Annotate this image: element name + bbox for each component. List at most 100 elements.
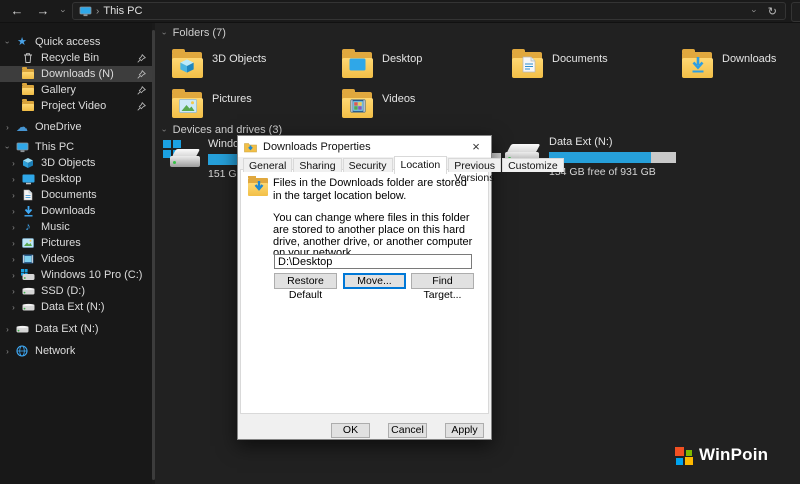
- sidebar-item-this-pc[interactable]: › This PC: [0, 139, 152, 155]
- sidebar-item-label: Recycle Bin: [41, 52, 100, 64]
- chevron-right-icon[interactable]: ›: [9, 175, 18, 184]
- cloud-icon: ☁: [16, 120, 28, 134]
- chevron-right-icon[interactable]: ›: [9, 207, 18, 216]
- chevron-right-icon[interactable]: ›: [9, 223, 18, 232]
- sidebar-item-ssd-d[interactable]: › SSD (D:): [0, 283, 152, 299]
- chevron-down-icon[interactable]: ›: [3, 38, 12, 47]
- folder-tile-desktop[interactable]: Desktop: [341, 46, 507, 82]
- sidebar-item-label: Windows 10 Pro (C:): [41, 269, 143, 281]
- sidebar-item-documents[interactable]: › Documents: [0, 187, 152, 203]
- chevron-right-icon[interactable]: ›: [3, 123, 12, 132]
- recycle-bin-icon: [21, 52, 35, 65]
- sidebar-item-label: Music: [41, 221, 70, 233]
- address-dropdown-chevron-icon[interactable]: ›: [749, 6, 759, 16]
- search-box[interactable]: [791, 2, 800, 22]
- chevron-right-icon[interactable]: ›: [9, 159, 18, 168]
- ok-button[interactable]: OK: [331, 423, 370, 438]
- drive-usage-bar: [549, 152, 676, 163]
- folder-tile-3d-objects[interactable]: 3D Objects: [171, 46, 337, 82]
- chevron-right-icon[interactable]: ›: [3, 347, 12, 356]
- folder-tile-documents[interactable]: Documents: [511, 46, 677, 82]
- sidebar-item-gallery[interactable]: Gallery: [0, 82, 152, 98]
- sidebar-item-project-video[interactable]: Project Video: [0, 98, 152, 114]
- sidebar-item-downloads[interactable]: › Downloads: [0, 203, 152, 219]
- sidebar-item-label: This PC: [35, 141, 75, 153]
- folder-tile-label: Videos: [382, 93, 416, 105]
- dialog-intro-text: Files in the Downloads folder are stored…: [273, 177, 467, 202]
- dialog-titlebar[interactable]: Downloads Properties ×: [238, 136, 491, 157]
- chevron-right-icon[interactable]: ›: [9, 287, 18, 296]
- tab-sharing[interactable]: Sharing: [293, 158, 342, 172]
- tab-previous-versions[interactable]: Previous Versions: [448, 158, 502, 184]
- sidebar-item-label: 3D Objects: [41, 157, 96, 169]
- network-icon: [15, 345, 29, 358]
- folder-path-input[interactable]: [274, 254, 472, 269]
- chevron-right-icon[interactable]: ›: [9, 191, 18, 200]
- chevron-right-icon[interactable]: ›: [9, 271, 18, 280]
- folder-tile-downloads[interactable]: Downloads: [681, 46, 800, 82]
- back-button[interactable]: ←: [4, 0, 30, 22]
- downloads-folder-large-icon: [248, 176, 270, 196]
- sidebar-item-music[interactable]: › ♪ Music: [0, 219, 152, 235]
- sidebar-item-label: Project Video: [41, 100, 107, 112]
- sidebar-scrollbar[interactable]: [152, 30, 155, 480]
- sidebar-item-3d-objects[interactable]: › 3D Objects: [0, 155, 152, 171]
- sidebar-item-pictures[interactable]: › Pictures: [0, 235, 152, 251]
- winpoin-text: WinPoin: [699, 444, 769, 464]
- sidebar-item-data-ext-n[interactable]: › Data Ext (N:): [0, 299, 152, 315]
- sidebar-item-onedrive[interactable]: › ☁ OneDrive: [0, 119, 152, 135]
- sidebar-item-label: Quick access: [35, 36, 101, 48]
- sidebar-item-label: Desktop: [41, 173, 82, 185]
- address-bar[interactable]: › This PC › ↻: [72, 2, 786, 20]
- sidebar-item-quick-access[interactable]: › ★ Quick access: [0, 34, 152, 50]
- tab-customize[interactable]: Customize: [502, 158, 564, 172]
- picture-icon: [21, 237, 35, 250]
- cancel-button[interactable]: Cancel: [388, 423, 427, 438]
- tab-security[interactable]: Security: [342, 158, 393, 172]
- pin-icon: [137, 85, 146, 95]
- sidebar-item-downloads-n[interactable]: Downloads (N): [0, 66, 152, 82]
- pin-icon: [137, 69, 146, 79]
- folder-tile-label: Documents: [552, 53, 608, 65]
- apply-button[interactable]: Apply: [445, 423, 484, 438]
- breadcrumb[interactable]: This PC: [103, 5, 142, 17]
- winpoin-logo: WinPoin: [674, 444, 768, 465]
- chevron-right-icon[interactable]: ›: [9, 239, 18, 248]
- close-icon[interactable]: ×: [461, 139, 491, 154]
- sidebar-item-videos[interactable]: › Videos: [0, 251, 152, 267]
- recent-locations-chevron-icon[interactable]: ›: [56, 0, 70, 22]
- folders-section-header[interactable]: › Folders (7): [160, 27, 226, 39]
- sidebar-item-label: Downloads (N): [41, 68, 114, 80]
- chevron-right-icon[interactable]: ›: [9, 255, 18, 264]
- move-button[interactable]: Move...: [343, 273, 406, 289]
- video-folder-icon: [341, 89, 375, 119]
- pin-icon: [137, 53, 146, 63]
- sidebar-item-windows-10-pro-c[interactable]: › Windows 10 Pro (C:): [0, 267, 152, 283]
- chevron-right-icon[interactable]: ›: [3, 325, 12, 334]
- sidebar-item-label: Downloads: [41, 205, 96, 217]
- sidebar-item-label: SSD (D:): [41, 285, 85, 297]
- folder-tile-videos[interactable]: Videos: [341, 86, 507, 122]
- downloads-properties-dialog: Downloads Properties × General Sharing Sec…: [237, 135, 564, 440]
- sidebar-item-data-ext-n[interactable]: › Data Ext (N:): [0, 321, 152, 337]
- sidebar-item-label: Network: [35, 345, 76, 357]
- navigation-pane: › ★ Quick access Recycle Bin Downloads (N) Ga…: [0, 22, 152, 484]
- chevron-right-icon[interactable]: ›: [9, 303, 18, 312]
- folder-tile-label: Downloads: [722, 53, 777, 65]
- document-folder-icon: [511, 49, 545, 79]
- tab-location[interactable]: Location: [393, 156, 448, 174]
- sidebar-item-network[interactable]: › Network: [0, 343, 152, 359]
- refresh-icon[interactable]: ↻: [768, 5, 777, 18]
- chevron-down-icon[interactable]: ›: [3, 143, 12, 152]
- tab-general[interactable]: General: [243, 158, 293, 172]
- restore-default-button[interactable]: Restore Default: [274, 273, 337, 301]
- this-pc-icon: [79, 6, 92, 17]
- sidebar-item-recycle-bin[interactable]: Recycle Bin: [0, 50, 152, 66]
- drive-name: Data Ext (N:): [549, 136, 613, 148]
- folder-tile-pictures[interactable]: Pictures: [171, 86, 337, 122]
- sidebar-item-desktop[interactable]: › Desktop: [0, 171, 152, 187]
- find-target-button[interactable]: Find Target...: [411, 273, 474, 301]
- video-icon: [21, 253, 35, 266]
- dialog-tabs: General Sharing Security Location Previous V…: [243, 156, 565, 184]
- folder-tile-label: 3D Objects: [212, 53, 267, 65]
